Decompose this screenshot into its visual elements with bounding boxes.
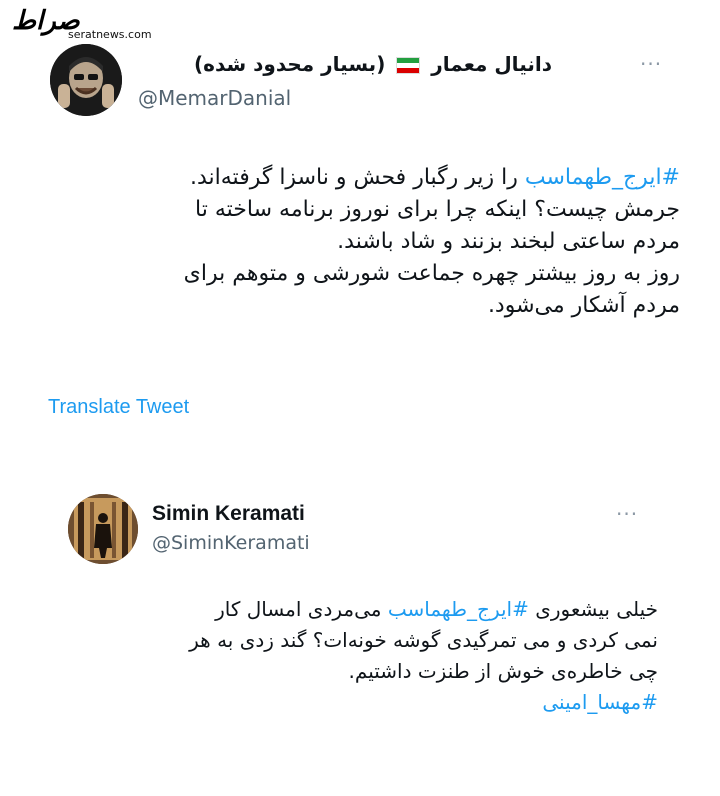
hashtag-link[interactable]: #ایرج_طهماسب xyxy=(388,597,529,621)
display-name-text: دانیال معمار xyxy=(431,52,552,76)
tweet-line-3: چی خاطره‌ی خوش از طنزت داشتیم. xyxy=(348,659,658,683)
tweet-line-5: مردم آشکار می‌شود. xyxy=(487,293,680,318)
tweet-line-1: خیلی بیشعوری #ایرج_طهماسب می‌مردی امسال … xyxy=(38,594,658,625)
hashtag-link[interactable]: #ایرج_طهماسب xyxy=(525,165,680,190)
tweet-card: Simin Keramati @SiminKeramati ··· خیلی ب… xyxy=(0,478,720,778)
tweet-text: خیلی بیشعوری #ایرج_طهماسب می‌مردی امسال … xyxy=(38,594,658,718)
avatar-image xyxy=(68,494,138,564)
translate-tweet-link[interactable]: Translate Tweet xyxy=(48,396,189,419)
display-name-suffix: (بسیار محدود شده) xyxy=(194,52,386,76)
more-options-icon[interactable]: ··· xyxy=(616,502,638,526)
tweet-line-2: نمی کردی و می تمرگیدی گوشه خونه‌ات؟ گند … xyxy=(189,628,658,652)
tweet-line-2: جرمش چیست؟ اینکه چرا برای نوروز برنامه س… xyxy=(195,197,680,222)
more-options-icon[interactable]: ··· xyxy=(640,52,662,76)
user-handle[interactable]: @SiminKeramati xyxy=(152,532,310,554)
display-name[interactable]: دانیال معمار (بسیار محدود شده) xyxy=(194,52,552,76)
tweet-line-1-start: خیلی بیشعوری xyxy=(528,597,658,621)
iran-flag-icon xyxy=(396,57,421,74)
user-handle[interactable]: @MemarDanial xyxy=(138,86,291,110)
avatar[interactable] xyxy=(68,494,138,564)
avatar[interactable] xyxy=(50,44,122,116)
hashtag-link[interactable]: #مهسا_امینی xyxy=(38,687,658,718)
tweet-text: #ایرج_طهماسب را زیر رگبار فحش و ناسزا گر… xyxy=(40,162,680,322)
tweet-line-1-text: را زیر رگبار فحش و ناسزا گرفته‌اند. xyxy=(189,165,525,190)
avatar-image xyxy=(50,44,122,116)
display-name[interactable]: Simin Keramati xyxy=(152,502,305,526)
tweet-card: دانیال معمار (بسیار محدود شده) @MemarDan… xyxy=(0,36,720,456)
tweet-line-1: #ایرج_طهماسب را زیر رگبار فحش و ناسزا گر… xyxy=(40,162,680,194)
tweet-line-1-end: می‌مردی امسال کار xyxy=(215,597,388,621)
tweet-line-4: روز به روز بیشتر چهره جماعت شورشی و متوه… xyxy=(183,261,680,286)
tweet-line-3: مردم ساعتی لبخند بزنند و شاد باشند. xyxy=(337,229,680,254)
